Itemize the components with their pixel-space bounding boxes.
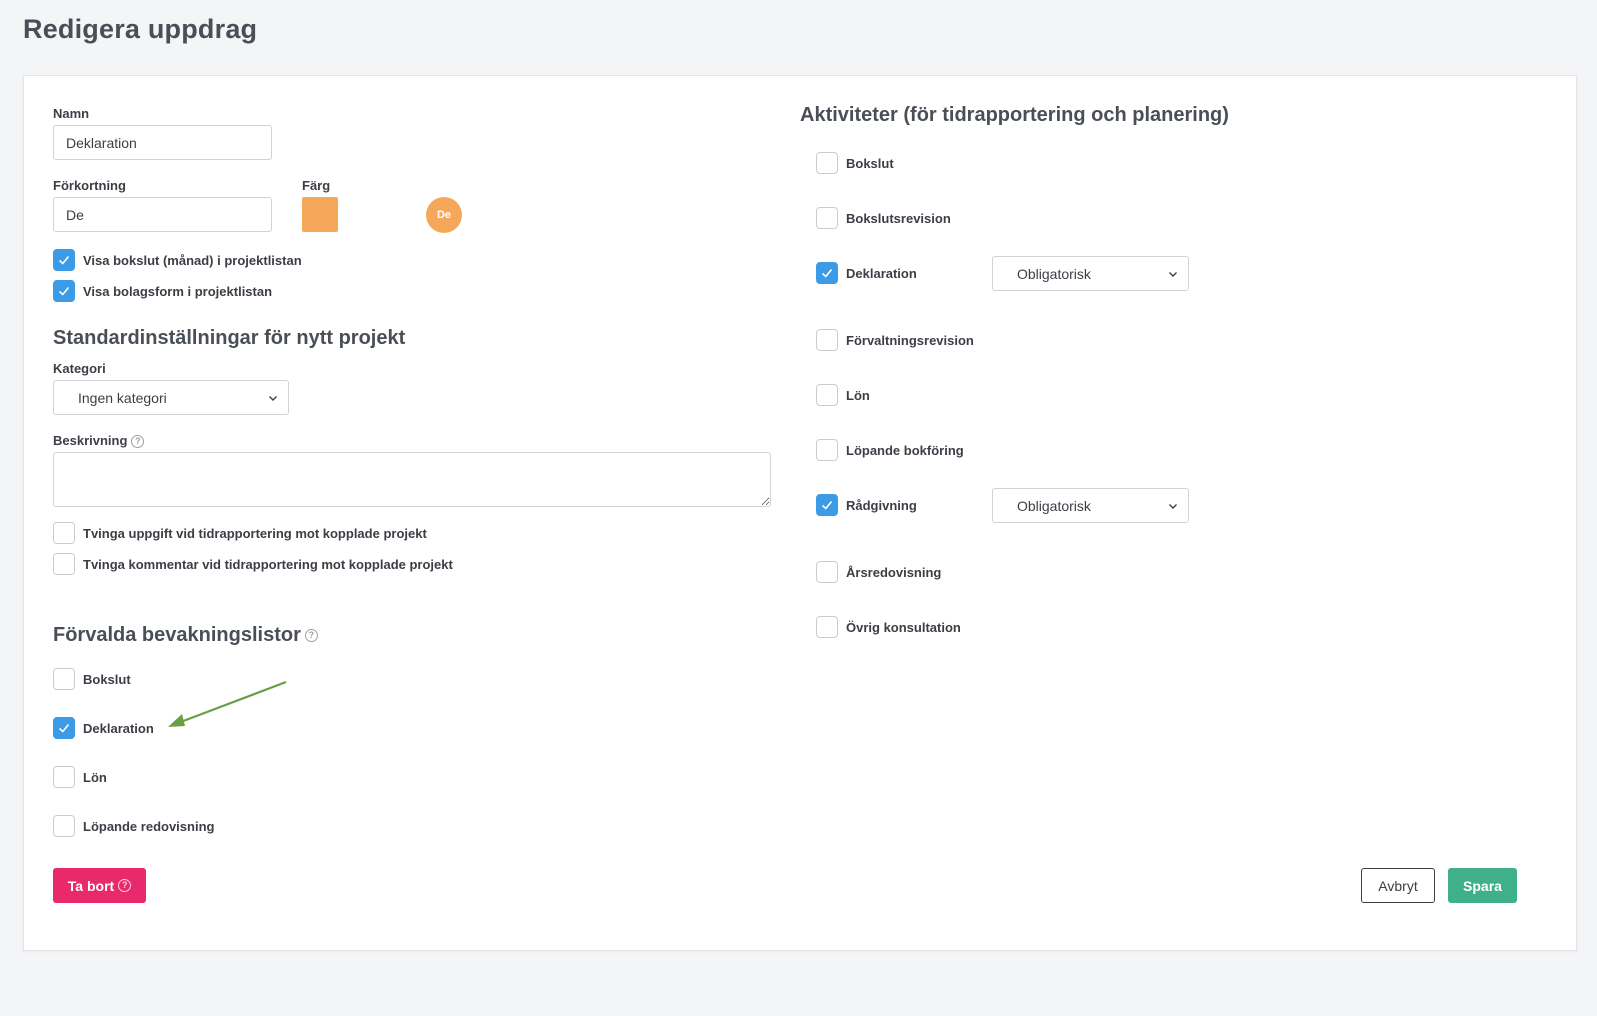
annotation-arrow-icon: [168, 680, 287, 727]
abbreviation-input[interactable]: [53, 197, 272, 232]
check-icon: [58, 255, 70, 265]
watchlist-label: Bokslut: [83, 671, 131, 687]
activity-item[interactable]: Rådgivning: [816, 494, 917, 516]
delete-button-label: Ta bort: [67, 877, 115, 894]
activity-label: Bokslutsrevision: [846, 210, 951, 226]
activity-label: Årsredovisning: [846, 564, 942, 580]
category-select-value: Ingen kategori: [78, 389, 167, 406]
name-label: Namn: [53, 106, 90, 121]
requirement-select-value: Obligatorisk: [1017, 497, 1091, 514]
watchlist-label: Lön: [83, 769, 107, 785]
checkbox[interactable]: [53, 815, 75, 837]
activity-item[interactable]: Årsredovisning: [816, 561, 941, 583]
checkbox[interactable]: [816, 207, 838, 229]
abbreviation-label: Förkortning: [53, 178, 126, 193]
checkbox[interactable]: [53, 280, 75, 302]
activity-label: Löpande bokföring: [846, 442, 964, 458]
requirement-select-value: Obligatorisk: [1017, 265, 1091, 282]
activity-item[interactable]: Deklaration: [816, 262, 917, 284]
chevron-down-icon: [269, 395, 277, 401]
defaults-section-title: Standardinställningar för nytt projekt: [53, 327, 406, 349]
activity-item[interactable]: Bokslutsrevision: [816, 207, 951, 229]
category-label: Kategori: [53, 361, 106, 376]
enforce-comment-option[interactable]: Tvinga kommentar vid tidrapportering mot…: [53, 553, 453, 575]
activity-item[interactable]: Löpande bokföring: [816, 439, 964, 461]
edit-assignment-card: Namn Förkortning Färg De Visa bokslut (m…: [23, 75, 1577, 951]
checkbox[interactable]: [816, 384, 838, 406]
check-icon: [821, 500, 833, 510]
option-label: Visa bolagsform i projektlistan: [83, 283, 273, 299]
checkbox[interactable]: [53, 249, 75, 271]
description-label: Beskrivning: [53, 433, 128, 448]
watchlist-item[interactable]: Löpande redovisning: [53, 815, 214, 837]
activity-label: Bokslut: [846, 155, 894, 171]
save-button[interactable]: Spara: [1448, 868, 1517, 903]
checkbox[interactable]: [53, 766, 75, 788]
checkbox[interactable]: [53, 717, 75, 739]
activity-label: Övrig konsultation: [846, 619, 961, 635]
color-picker-swatch[interactable]: [302, 197, 338, 232]
option-show-closing-month[interactable]: Visa bokslut (månad) i projektlistan: [53, 249, 302, 271]
checkbox[interactable]: [816, 329, 838, 351]
chevron-down-icon: [1169, 503, 1177, 509]
activity-item[interactable]: Förvaltningsrevision: [816, 329, 974, 351]
checkbox[interactable]: [816, 262, 838, 284]
avatar-preview: De: [426, 197, 462, 233]
activity-label: Deklaration: [846, 265, 917, 281]
watchlists-title-text: Förvalda bevakningslistor: [53, 624, 301, 646]
enforce-comment-label: Tvinga kommentar vid tidrapportering mot…: [83, 556, 453, 572]
checkbox[interactable]: [53, 522, 75, 544]
activity-label: Lön: [846, 387, 870, 403]
check-icon: [58, 723, 70, 733]
watchlist-item[interactable]: Lön: [53, 766, 107, 788]
watchlist-label: Löpande redovisning: [83, 818, 215, 834]
requirement-select[interactable]: Obligatorisk: [992, 488, 1189, 523]
checkbox[interactable]: [816, 152, 838, 174]
chevron-down-icon: [1169, 271, 1177, 277]
color-label: Färg: [302, 178, 331, 193]
checkbox[interactable]: [816, 494, 838, 516]
page-title: Redigera uppdrag: [23, 14, 258, 44]
option-label: Visa bokslut (månad) i projektlistan: [83, 252, 302, 268]
watchlist-item[interactable]: Deklaration: [53, 717, 154, 739]
description-textarea[interactable]: [53, 452, 771, 507]
enforce-task-label: Tvinga uppgift vid tidrapportering mot k…: [83, 525, 427, 541]
description-label-row: Beskrivning?: [53, 433, 145, 449]
requirement-select[interactable]: Obligatorisk: [992, 256, 1189, 291]
checkbox[interactable]: [816, 616, 838, 638]
watchlists-section-title: Förvalda bevakningslistor?: [53, 624, 318, 647]
activity-item[interactable]: Bokslut: [816, 152, 894, 174]
watchlist-item[interactable]: Bokslut: [53, 668, 131, 690]
activity-item[interactable]: Övrig konsultation: [816, 616, 961, 638]
checkbox[interactable]: [53, 553, 75, 575]
enforce-task-option[interactable]: Tvinga uppgift vid tidrapportering mot k…: [53, 522, 427, 544]
activity-label: Förvaltningsrevision: [846, 332, 974, 348]
help-icon[interactable]: ?: [118, 879, 132, 892]
activity-item[interactable]: Lön: [816, 384, 870, 406]
checkbox[interactable]: [816, 561, 838, 583]
activity-label: Rådgivning: [846, 497, 917, 513]
category-select[interactable]: Ingen kategori: [53, 380, 289, 415]
checkbox[interactable]: [816, 439, 838, 461]
help-icon[interactable]: ?: [131, 435, 145, 449]
watchlist-label: Deklaration: [83, 720, 154, 736]
check-icon: [58, 286, 70, 296]
delete-button[interactable]: Ta bort ?: [53, 868, 146, 903]
check-icon: [821, 268, 833, 278]
cancel-button[interactable]: Avbryt: [1361, 868, 1435, 903]
checkbox[interactable]: [53, 668, 75, 690]
option-show-company-form[interactable]: Visa bolagsform i projektlistan: [53, 280, 272, 302]
activities-section-title: Aktiviteter (för tidrapportering och pla…: [800, 104, 1229, 126]
help-icon[interactable]: ?: [304, 629, 318, 643]
name-input[interactable]: [53, 125, 272, 160]
